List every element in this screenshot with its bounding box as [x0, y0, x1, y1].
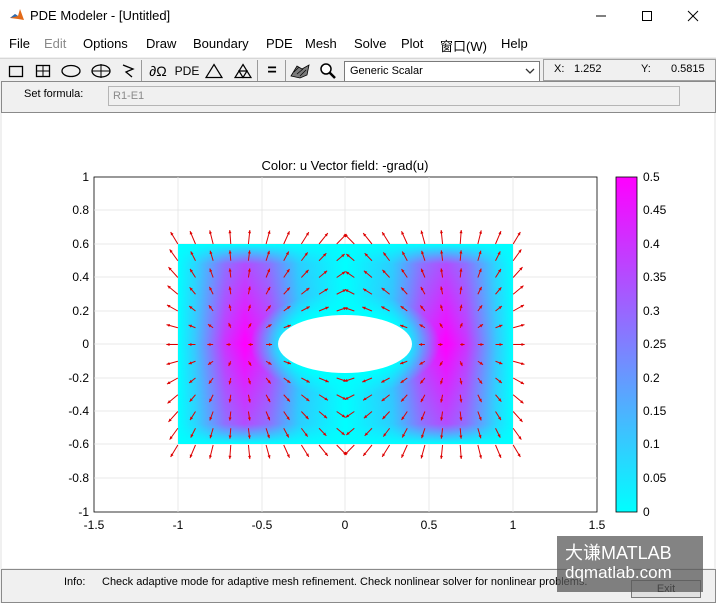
window-title: PDE Modeler - [Untitled]: [30, 8, 171, 23]
init-mesh-icon: [205, 63, 223, 79]
rectangle-icon: [8, 65, 24, 78]
x-tick-labels: -1.5 -1 -0.5 0 0.5 1 1.5: [84, 518, 606, 532]
chevron-down-icon: [525, 68, 535, 74]
colorbar-tick-label: 0.4: [643, 237, 660, 251]
maximize-icon: [642, 10, 652, 21]
init-mesh-button[interactable]: [203, 60, 225, 82]
colorbar-tick-label: 0.2: [643, 371, 660, 385]
title-bar: PDE Modeler - [Untitled]: [0, 0, 716, 31]
application-mode-select[interactable]: Generic Scalar: [344, 61, 540, 82]
maximize-button[interactable]: [624, 0, 670, 31]
boundary-mode-button[interactable]: ∂Ω: [146, 60, 170, 82]
y-tick-label: 1: [82, 170, 89, 184]
colorbar-tick-label: 0.15: [643, 404, 667, 418]
polygon-button[interactable]: [117, 60, 139, 82]
x-tick-label: 1: [510, 518, 517, 532]
y-tick-label: 0.2: [72, 304, 89, 318]
pde-specification-button[interactable]: PDE: [174, 60, 200, 82]
minimize-button[interactable]: [578, 0, 624, 31]
watermark-line1: 大谦MATLAB: [565, 543, 672, 563]
centered-rectangle-button[interactable]: [32, 60, 54, 82]
menu-file[interactable]: File: [9, 36, 30, 51]
colorbar: [615, 176, 638, 513]
colorbar-tick-label: 0.5: [643, 170, 660, 184]
centered-ellipse-button[interactable]: [90, 60, 112, 82]
formula-label: Set formula:: [24, 88, 84, 100]
y-tick-label: -0.2: [68, 371, 89, 385]
toolbar-separator: [285, 60, 286, 82]
set-formula-input[interactable]: R1-E1: [108, 86, 680, 106]
toolbar-separator: [257, 60, 258, 82]
x-tick-label: -1.5: [84, 518, 105, 532]
x-tick-label: 0: [342, 518, 349, 532]
refine-mesh-button[interactable]: [232, 60, 254, 82]
menu-options[interactable]: Options: [83, 36, 128, 51]
colorbar-tick-label: 0.35: [643, 270, 667, 284]
y-tick-label: 0.8: [72, 203, 89, 217]
cursor-coordinates: X: 1.252 Y: 0.5815: [543, 59, 716, 81]
x-tick-label: -0.5: [252, 518, 273, 532]
menu-plot[interactable]: Plot: [401, 36, 423, 51]
centered-rectangle-icon: [35, 64, 51, 78]
y-tick-labels: 1 0.8 0.6 0.4 0.2 0 -0.2 -0.4 -0.6 -0.8 …: [68, 170, 89, 519]
y-tick-label: -0.6: [68, 437, 89, 451]
menu-boundary[interactable]: Boundary: [193, 36, 249, 51]
y-coord-label: Y:: [641, 63, 651, 75]
centered-ellipse-icon: [91, 64, 111, 78]
x-tick-label: 1.5: [589, 518, 606, 532]
polygon-icon: [122, 64, 135, 78]
colorbar-tick-labels: 0.5 0.45 0.4 0.35 0.3 0.25 0.2 0.15 0.1 …: [643, 170, 667, 519]
colorbar-tick-label: 0.3: [643, 304, 660, 318]
y-tick-label: -1: [78, 505, 89, 519]
y-tick-label: -0.8: [68, 471, 89, 485]
y-tick-label: 0.4: [72, 270, 89, 284]
zoom-button[interactable]: [317, 60, 339, 82]
ellipse-button[interactable]: [60, 60, 82, 82]
plot-title: Color: u Vector field: -grad(u): [262, 158, 429, 173]
menu-mesh[interactable]: Mesh: [305, 36, 337, 51]
y-tick-label: 0: [82, 337, 89, 351]
menu-help[interactable]: Help: [501, 36, 528, 51]
application-mode-value: Generic Scalar: [350, 65, 423, 77]
y-tick-label: 0.6: [72, 237, 89, 251]
plot-icon: [290, 64, 310, 79]
toolbar-separator: [141, 60, 142, 82]
colorbar-tick-label: 0.05: [643, 471, 667, 485]
zoom-icon: [320, 63, 336, 79]
ellipse-hole: [278, 315, 412, 373]
menu-pde[interactable]: PDE: [266, 36, 293, 51]
menu-solve[interactable]: Solve: [354, 36, 387, 51]
y-coord-value: 0.5815: [671, 63, 705, 75]
ellipse-icon: [61, 64, 81, 78]
rectangle-button[interactable]: [5, 60, 27, 82]
formula-bar: Set formula: R1-E1: [1, 81, 716, 113]
plot-button[interactable]: [289, 60, 311, 82]
x-coord-label: X:: [554, 63, 565, 75]
y-tick-label: -0.4: [68, 404, 89, 418]
x-coord-value: 1.252: [574, 63, 602, 75]
watermark: 大谦MATLAB dqmatlab.com: [557, 536, 703, 592]
set-formula-value: R1-E1: [113, 90, 145, 102]
close-icon: [687, 10, 699, 21]
minimize-icon: [596, 15, 606, 16]
x-tick-label: -1: [173, 518, 184, 532]
x-tick-label: 0.5: [421, 518, 438, 532]
refine-mesh-icon: [234, 63, 252, 79]
status-message: Check adaptive mode for adaptive mesh re…: [102, 576, 588, 588]
menu-window[interactable]: 窗口(W): [440, 36, 487, 55]
menu-edit[interactable]: Edit: [44, 36, 66, 51]
watermark-line2: dqmatlab.com: [565, 563, 672, 582]
colorbar-tick-label: 0.45: [643, 203, 667, 217]
close-button[interactable]: [670, 0, 716, 31]
colorbar-tick-label: 0.25: [643, 337, 667, 351]
colorbar-tick-label: 0.1: [643, 437, 660, 451]
solve-button[interactable]: =: [261, 60, 283, 82]
menu-draw[interactable]: Draw: [146, 36, 176, 51]
plot-canvas[interactable]: Color: u Vector field: -grad(u) -1.5 -1: [2, 113, 714, 568]
pde-plot: Color: u Vector field: -grad(u) -1.5 -1: [68, 158, 667, 532]
colorbar-tick-label: 0: [643, 505, 650, 519]
status-label: Info:: [64, 576, 86, 588]
matlab-app-icon: [9, 7, 25, 23]
